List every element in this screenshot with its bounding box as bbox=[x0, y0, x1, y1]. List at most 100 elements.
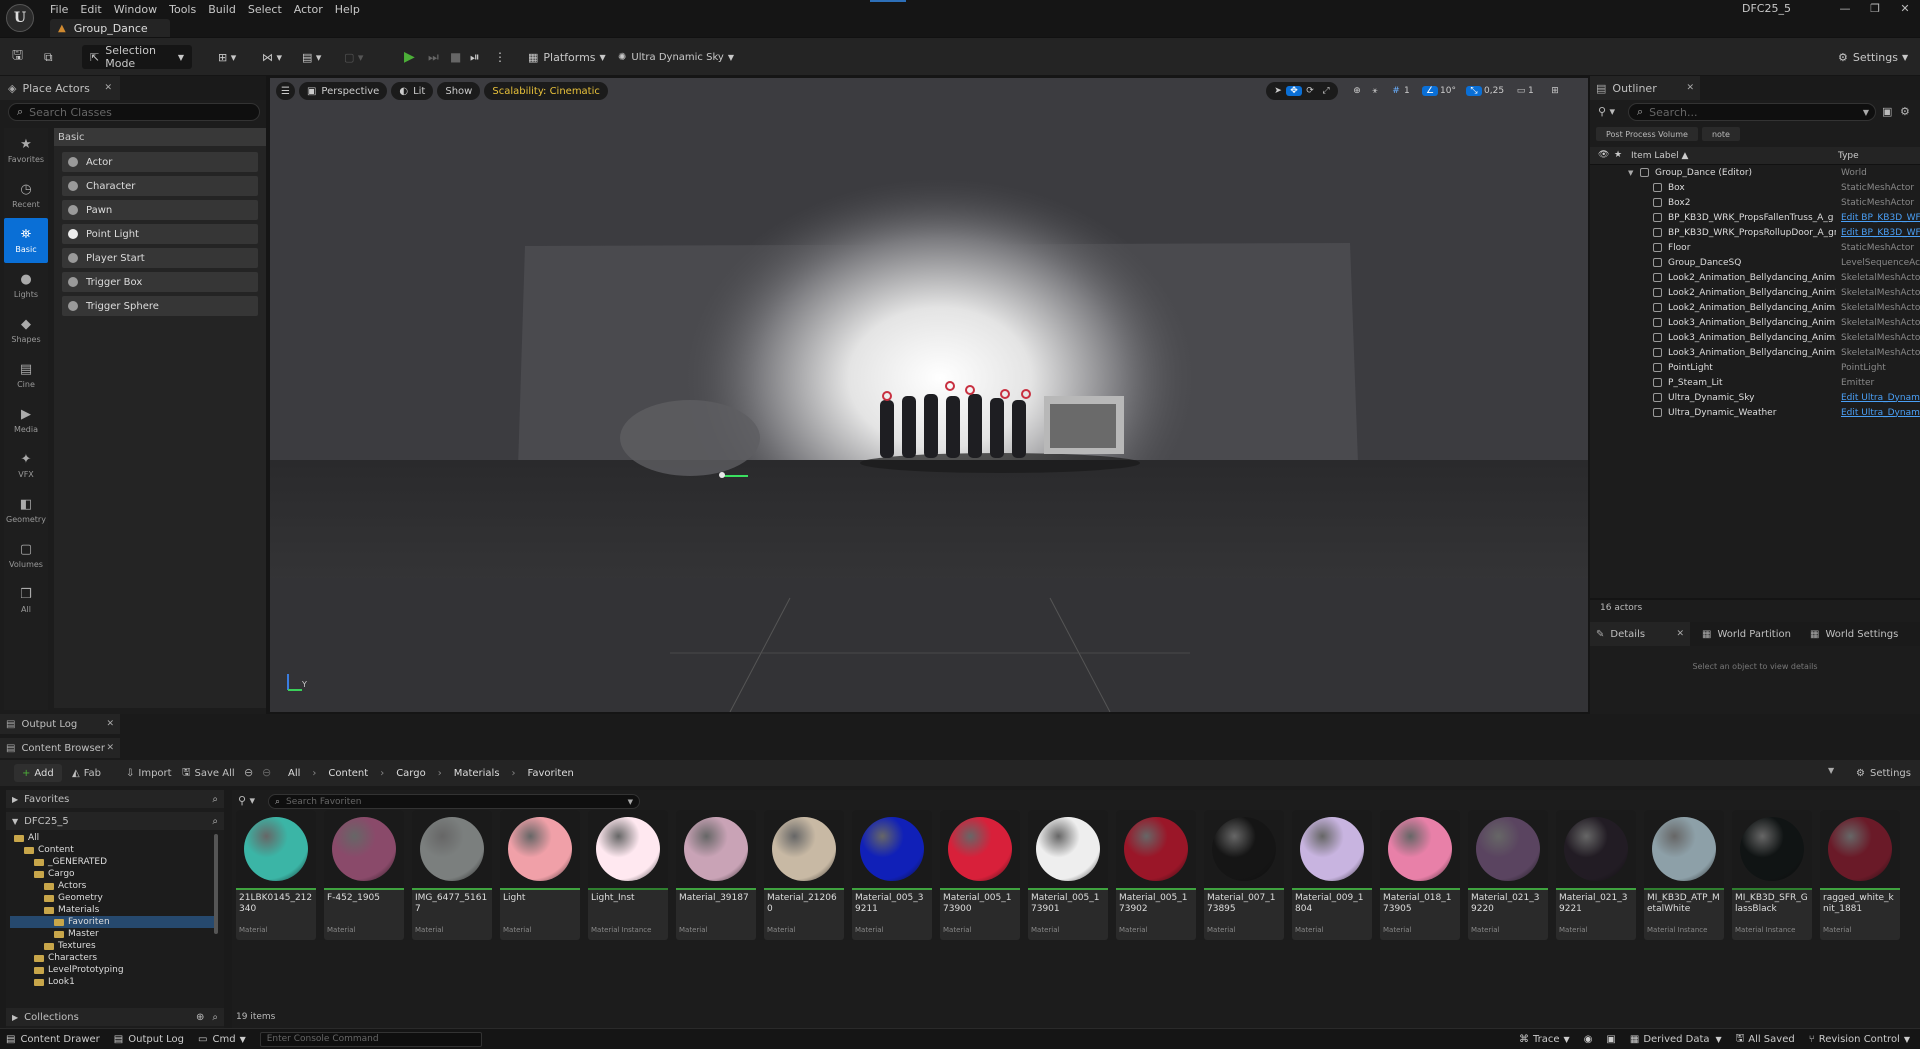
outliner-row[interactable]: BP_KB3D_WRK_PropsRollupDoor_A_gr Edit BP_… bbox=[1590, 225, 1920, 240]
menu-help[interactable]: Help bbox=[335, 3, 372, 16]
close-icon[interactable]: ✕ bbox=[104, 83, 112, 93]
scale-snap-value[interactable]: 0,25 bbox=[1484, 86, 1510, 96]
asset-tile[interactable]: 21LBK0145_212340 Material bbox=[236, 810, 316, 940]
outliner-item-type[interactable]: Edit Ultra_Dynam bbox=[1841, 408, 1920, 418]
scale-tool-icon[interactable]: ⤢ bbox=[1318, 86, 1334, 96]
asset-tile[interactable]: Material_009_1804 Material bbox=[1292, 810, 1372, 940]
outliner-row[interactable]: P_Steam_Lit Emitter bbox=[1590, 375, 1920, 390]
chip-note[interactable]: note bbox=[1701, 127, 1740, 141]
breadcrumb-favoriten[interactable]: Favoriten bbox=[528, 768, 574, 779]
folder-item[interactable]: Content bbox=[10, 844, 214, 856]
search-icon[interactable]: ⌕ bbox=[212, 794, 218, 805]
tab-details[interactable]: ✎ Details ✕ bbox=[1590, 622, 1690, 646]
category-media[interactable]: ▶ Media bbox=[4, 398, 48, 443]
search-classes-input[interactable]: ⌕ Search Classes bbox=[8, 103, 260, 121]
outliner-row[interactable]: PointLight PointLight bbox=[1590, 360, 1920, 375]
folder-item[interactable]: Favoriten bbox=[10, 916, 214, 928]
forward-icon[interactable]: ⊖ bbox=[262, 766, 271, 779]
asset-tile[interactable]: Material_021_39221 Material bbox=[1556, 810, 1636, 940]
folder-item[interactable]: Look1 bbox=[10, 976, 214, 988]
outliner-item-type[interactable]: Edit BP_KB3D_WF bbox=[1841, 213, 1920, 223]
folder-item[interactable]: Textures bbox=[10, 940, 214, 952]
all-saved-button[interactable]: 🖫 All Saved bbox=[1736, 1031, 1795, 1048]
collections-header[interactable]: ▶ Collections ⊕ ⌕ bbox=[6, 1008, 224, 1026]
outliner-item-type[interactable]: Edit Ultra_Dynam bbox=[1841, 393, 1920, 403]
chevron-down-icon[interactable]: ▼ bbox=[1628, 169, 1633, 177]
close-icon[interactable]: ✕ bbox=[106, 719, 114, 729]
scale-snap-icon[interactable]: ⤡ bbox=[1466, 86, 1482, 96]
blueprint-icon[interactable]: ⋈ ▾ bbox=[262, 45, 282, 69]
category-lights[interactable]: ● Lights bbox=[4, 263, 48, 308]
unreal-logo-icon[interactable]: U bbox=[6, 4, 34, 32]
search-icon[interactable]: ⌕ bbox=[212, 1012, 218, 1023]
modes-icon[interactable]: ▢ ▾ bbox=[344, 45, 363, 69]
trace-button[interactable]: ⌘ Trace ▼ bbox=[1519, 1034, 1570, 1045]
actor-item-point-light[interactable]: Point Light bbox=[62, 224, 258, 244]
breadcrumb-all[interactable]: All bbox=[288, 768, 300, 779]
category-volumes[interactable]: ▢ Volumes bbox=[4, 533, 48, 578]
outliner-row[interactable]: Look3_Animation_Bellydancing_Anim Skeleta… bbox=[1590, 315, 1920, 330]
asset-tile[interactable]: F-452_1905 Material bbox=[324, 810, 404, 940]
menu-actor[interactable]: Actor bbox=[294, 3, 335, 16]
asset-tile[interactable]: Material_005_39211 Material bbox=[852, 810, 932, 940]
camera-icon[interactable]: ▣ bbox=[1606, 1034, 1615, 1045]
tab-output-log[interactable]: ▤ Output Log ✕ bbox=[0, 714, 120, 734]
folder-item[interactable]: Materials bbox=[10, 904, 214, 916]
chevron-down-icon[interactable]: ▼ bbox=[1828, 766, 1834, 775]
settings-button[interactable]: ⚙ Settings ▼ bbox=[1838, 45, 1908, 69]
stop-icon[interactable]: ■ bbox=[450, 45, 461, 69]
camera-speed-icon[interactable]: ▭ bbox=[1514, 86, 1528, 96]
outliner-row[interactable]: Look2_Animation_Bellydancing_Anim3 Skelet… bbox=[1590, 300, 1920, 315]
menu-select[interactable]: Select bbox=[248, 3, 294, 16]
step-icon[interactable]: ⏭ bbox=[428, 45, 439, 69]
close-icon[interactable]: ✕ bbox=[1890, 2, 1920, 15]
outliner-row[interactable]: Look3_Animation_Bellydancing_Anim2 Skelet… bbox=[1590, 330, 1920, 345]
outliner-row[interactable]: ▼ Group_Dance (Editor) World bbox=[1590, 165, 1920, 180]
chevron-down-icon[interactable]: ▼ bbox=[1863, 108, 1869, 117]
level-viewport[interactable]: ☰ ▣ Perspective ◐ Lit Show Scalability: Ci… bbox=[270, 78, 1588, 712]
close-icon[interactable]: ✕ bbox=[106, 743, 114, 753]
tab-place-actors[interactable]: ◈ Place Actors ✕ bbox=[0, 76, 120, 100]
category-shapes[interactable]: ◆ Shapes bbox=[4, 308, 48, 353]
import-button[interactable]: ⇩ Import bbox=[126, 764, 172, 782]
fab-button[interactable]: ◭ Fab bbox=[72, 764, 101, 782]
viewport-scene[interactable] bbox=[270, 78, 1588, 712]
breadcrumb-content[interactable]: Content bbox=[328, 768, 368, 779]
column-type[interactable]: Type bbox=[1838, 151, 1859, 161]
show-button[interactable]: Show bbox=[437, 82, 481, 100]
outliner-row[interactable]: Group_DanceSQ LevelSequenceAc bbox=[1590, 255, 1920, 270]
platforms-button[interactable]: ▦ Platforms ▼ bbox=[528, 45, 606, 69]
menu-edit[interactable]: Edit bbox=[80, 3, 113, 16]
project-header[interactable]: ▼ DFC25_5 ⌕ bbox=[6, 812, 224, 830]
grid-snap-value[interactable]: 1 bbox=[1404, 86, 1418, 96]
add-actor-icon[interactable]: ⊞ ▾ bbox=[218, 45, 236, 69]
scalability-badge[interactable]: Scalability: Cinematic bbox=[484, 82, 608, 100]
outliner-row[interactable]: Floor StaticMeshActor bbox=[1590, 240, 1920, 255]
tree-scrollbar[interactable] bbox=[214, 834, 218, 934]
menu-build[interactable]: Build bbox=[208, 3, 248, 16]
gear-icon[interactable]: ⚙ bbox=[1900, 105, 1910, 118]
close-icon[interactable]: ✕ bbox=[1686, 83, 1694, 93]
actor-item-character[interactable]: Character bbox=[62, 176, 258, 196]
breadcrumb-materials[interactable]: Materials bbox=[454, 768, 500, 779]
category-basic[interactable]: ⛯ Basic bbox=[4, 218, 48, 263]
asset-tile[interactable]: ragged_white_knit_1881 Material bbox=[1820, 810, 1900, 940]
category-vfx[interactable]: ✦ VFX bbox=[4, 443, 48, 488]
asset-tile[interactable]: Light_Inst Material Instance bbox=[588, 810, 668, 940]
folder-item[interactable]: _GENERATED bbox=[10, 856, 214, 868]
visibility-icon[interactable]: 👁 bbox=[1598, 150, 1609, 160]
browse-icon[interactable]: ⧉ bbox=[44, 45, 53, 69]
asset-tile[interactable]: Material_021_39220 Material bbox=[1468, 810, 1548, 940]
play-icon[interactable]: ▶ bbox=[404, 45, 415, 69]
tab-content-browser[interactable]: ▤ Content Browser ✕ bbox=[0, 738, 120, 758]
tab-outliner[interactable]: ▤ Outliner ✕ bbox=[1590, 76, 1700, 100]
category-geometry[interactable]: ◧ Geometry bbox=[4, 488, 48, 533]
camera-speed-value[interactable]: 1 bbox=[1528, 86, 1538, 96]
category-favorites[interactable]: ★ Favorites bbox=[4, 128, 48, 173]
lit-button[interactable]: ◐ Lit bbox=[391, 82, 434, 100]
favorites-header[interactable]: ▶ Favorites ⌕ bbox=[6, 790, 224, 808]
close-icon[interactable]: ✕ bbox=[1676, 629, 1684, 639]
asset-tile[interactable]: Material_005_173900 Material bbox=[940, 810, 1020, 940]
eject-icon[interactable]: ⏯ bbox=[470, 45, 480, 69]
angle-snap-value[interactable]: 10° bbox=[1440, 86, 1462, 96]
